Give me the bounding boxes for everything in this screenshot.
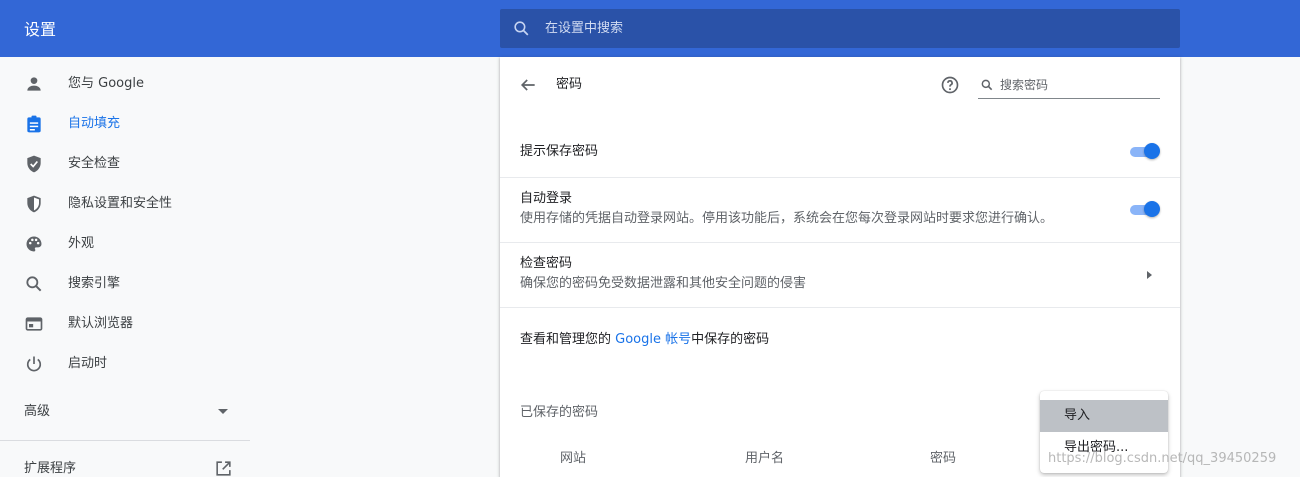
chevron-right-icon	[1147, 271, 1152, 279]
auto-signin-row[interactable]: 自动登录 使用存储的凭据自动登录网站。停用该功能后，系统会在您每次登录网站时要求…	[500, 177, 1180, 243]
sidebar-item-autofill[interactable]: 自动填充	[0, 104, 250, 144]
check-passwords-title: 检查密码	[520, 256, 573, 271]
clipboard-icon	[27, 115, 41, 133]
password-search[interactable]: 搜索密码	[978, 75, 1160, 99]
sidebar-item-default-browser[interactable]: 默认浏览器	[0, 304, 250, 344]
password-search-input[interactable]: 搜索密码	[1000, 77, 1048, 93]
column-header-website: 网站	[560, 451, 587, 466]
sidebar-item-safety-check[interactable]: 安全检查	[0, 144, 250, 184]
offer-save-row[interactable]: 提示保存密码	[500, 124, 1180, 178]
open-in-new-icon	[216, 461, 231, 476]
watermark: https://blog.csdn.net/qq_39450259	[1048, 451, 1277, 466]
browser-window-icon	[25, 317, 43, 331]
sidebar-item-on-startup[interactable]: 启动时	[0, 344, 250, 384]
manage-prefix: 查看和管理您的	[520, 332, 616, 347]
column-header-username: 用户名	[745, 451, 785, 466]
toggle-knob	[1144, 201, 1160, 217]
extensions-label: 扩展程序	[24, 461, 77, 476]
auto-signin-toggle[interactable]	[1128, 201, 1160, 219]
shield-half-icon	[27, 195, 41, 213]
page-title: 设置	[24, 20, 57, 39]
top-header: 设置 在设置中搜索	[0, 0, 1300, 57]
passwords-title: 密码	[556, 77, 583, 92]
sidebar-item-label: 默认浏览器	[68, 316, 134, 331]
person-icon	[27, 77, 41, 91]
sidebar-item-label: 隐私设置和安全性	[68, 196, 173, 211]
sidebar-item-label: 搜索引擎	[68, 276, 121, 291]
search-icon	[514, 21, 529, 36]
check-passwords-row[interactable]: 检查密码 确保您的密码免受数据泄露和其他安全问题的侵害	[500, 242, 1180, 307]
check-passwords-description: 确保您的密码免受数据泄露和其他安全问题的侵害	[520, 276, 807, 291]
offer-save-title: 提示保存密码	[520, 144, 599, 159]
google-account-link[interactable]: Google 帐号	[615, 332, 691, 347]
palette-icon	[26, 236, 42, 252]
sidebar-item-label: 安全检查	[68, 156, 121, 171]
auto-signin-description: 使用存储的凭据自动登录网站。停用该功能后，系统会在您每次登录网站时要求您进行确认…	[520, 211, 1054, 226]
shield-check-icon	[27, 155, 41, 173]
divider	[500, 307, 1180, 308]
caret-down-icon	[218, 409, 228, 414]
sidebar-divider	[0, 440, 250, 441]
sidebar-item-label: 外观	[68, 236, 95, 251]
search-input[interactable]: 在设置中搜索	[545, 19, 623, 38]
offer-save-toggle[interactable]	[1128, 143, 1160, 161]
sidebar-item-you-and-google[interactable]: 您与 Google	[0, 64, 250, 104]
menu-item-import[interactable]: 导入	[1040, 400, 1168, 432]
sidebar-item-label: 启动时	[68, 356, 108, 371]
search-icon	[26, 276, 42, 292]
settings-search-bar[interactable]: 在设置中搜索	[500, 9, 1180, 48]
sidebar-item-search-engine[interactable]: 搜索引擎	[0, 264, 250, 304]
saved-passwords-title: 已保存的密码	[520, 405, 599, 420]
sidebar-item-extensions[interactable]: 扩展程序	[0, 450, 250, 477]
power-icon	[26, 356, 42, 372]
manage-suffix: 中保存的密码	[691, 332, 770, 347]
advanced-label: 高级	[24, 404, 51, 419]
back-arrow-icon[interactable]	[518, 75, 538, 95]
passwords-header: 密码 搜索密码	[500, 57, 1180, 113]
auto-signin-title: 自动登录	[520, 191, 573, 206]
toggle-knob	[1144, 143, 1160, 159]
search-icon	[981, 79, 993, 91]
sidebar-item-label: 自动填充	[68, 116, 121, 131]
manage-in-google-account: 查看和管理您的 Google 帐号中保存的密码	[520, 331, 769, 349]
sidebar-item-label: 您与 Google	[68, 76, 144, 91]
sidebar-advanced-toggle[interactable]: 高级	[0, 392, 250, 432]
sidebar-item-privacy[interactable]: 隐私设置和安全性	[0, 184, 250, 224]
menu-item-label: 导入	[1064, 408, 1091, 423]
help-icon[interactable]	[940, 75, 960, 95]
column-header-password: 密码	[930, 451, 957, 466]
sidebar-item-appearance[interactable]: 外观	[0, 224, 250, 264]
